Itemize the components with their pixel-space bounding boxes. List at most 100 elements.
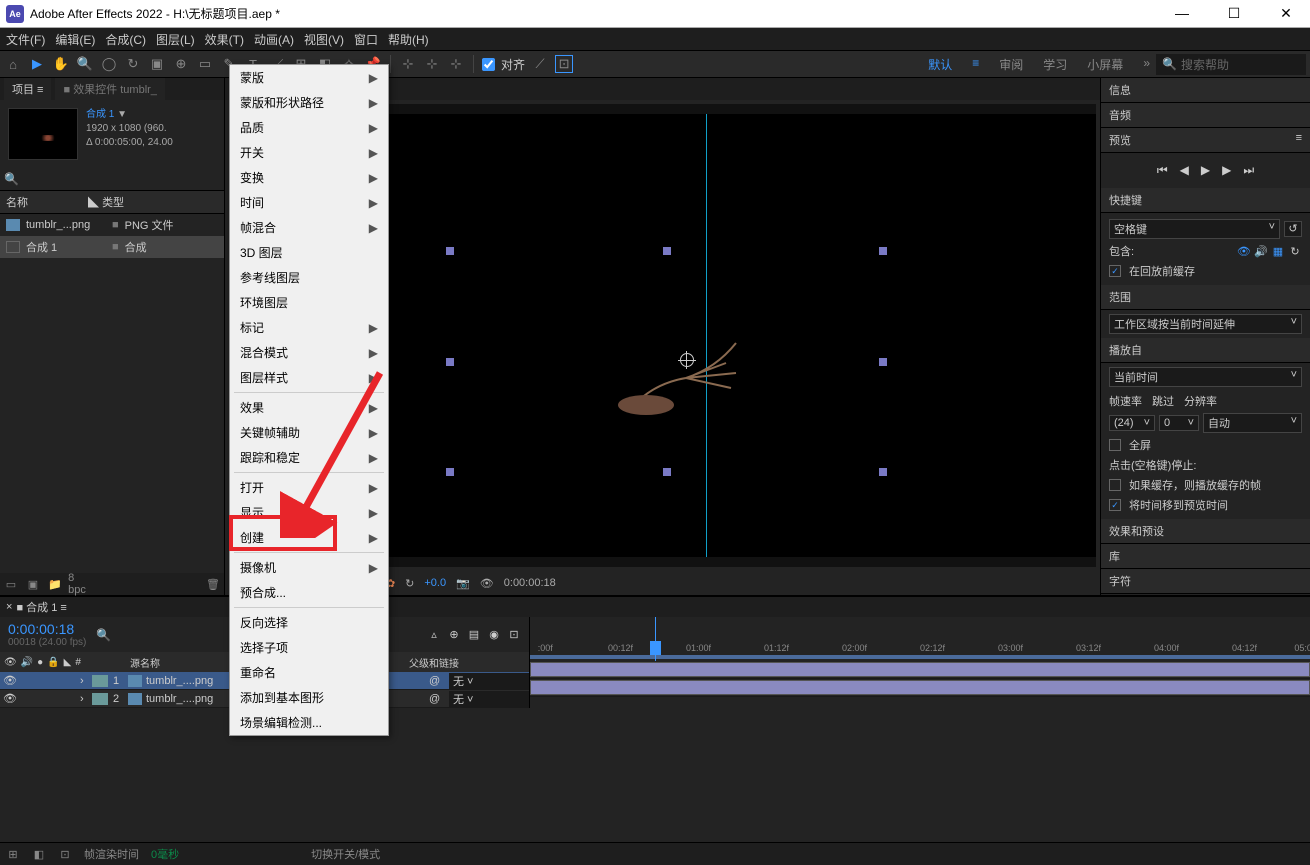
panel-effects[interactable]: 效果和预设 xyxy=(1101,519,1310,544)
menu-effect[interactable]: 效果(T) xyxy=(205,31,244,48)
panel-audio[interactable]: 音频 xyxy=(1101,103,1310,128)
timeline-tab[interactable]: ■ 合成 1 ≡ xyxy=(16,599,66,615)
context-menu-item[interactable]: 变换▶ xyxy=(230,165,388,190)
pan-behind-tool-icon[interactable]: ⊕ xyxy=(172,55,190,73)
workspace-review[interactable]: 审阅 xyxy=(999,56,1023,73)
toggle-switches[interactable]: 切换开关/模式 xyxy=(311,846,380,862)
panel-character[interactable]: 字符 xyxy=(1101,569,1310,594)
label-col-icon[interactable]: ◣ xyxy=(64,657,72,668)
rotate-tool-icon[interactable]: ↻ xyxy=(124,55,142,73)
panel-library[interactable]: 库 xyxy=(1101,544,1310,569)
exposure-value[interactable]: +0.0 xyxy=(424,577,446,589)
context-menu-item[interactable]: 蒙版▶ xyxy=(230,65,388,90)
hand-tool-icon[interactable]: ✋ xyxy=(52,55,70,73)
project-item[interactable]: tumblr_...png ■ PNG 文件 xyxy=(0,214,224,236)
tl-footer-icon3[interactable]: ⊡ xyxy=(58,847,72,861)
tl-opt1-icon[interactable]: ▵ xyxy=(427,628,441,642)
context-menu-item[interactable]: 帧混合▶ xyxy=(230,215,388,240)
workspace-learn[interactable]: 学习 xyxy=(1043,56,1067,73)
context-menu-item[interactable]: 重命名 xyxy=(230,660,388,685)
camera-tool-icon[interactable]: ▣ xyxy=(148,55,166,73)
project-item[interactable]: 合成 1 ■ 合成 xyxy=(0,236,224,258)
tl-opt4-icon[interactable]: ◉ xyxy=(487,628,501,642)
move-time-checkbox[interactable] xyxy=(1109,499,1121,511)
bpc-toggle[interactable]: 8 bpc xyxy=(70,577,84,591)
panel-info[interactable]: 信息 xyxy=(1101,78,1310,103)
new-folder-icon[interactable]: 📁 xyxy=(48,577,62,591)
minimize-button[interactable]: — xyxy=(1164,5,1200,22)
include-video-icon[interactable]: 👁 xyxy=(1237,244,1251,258)
parent-col[interactable]: 父级和链接 xyxy=(409,655,529,670)
context-menu-item[interactable]: 混合模式▶ xyxy=(230,340,388,365)
prev-frame-icon[interactable]: ◀ xyxy=(1180,163,1189,178)
layer-clip[interactable] xyxy=(530,662,1310,677)
help-search[interactable]: 🔍 搜索帮助 xyxy=(1156,54,1306,75)
context-menu-item[interactable]: 预合成... xyxy=(230,580,388,605)
tl-opt5-icon[interactable]: ⊡ xyxy=(507,628,521,642)
snap-checkbox[interactable] xyxy=(482,58,495,71)
axis3-icon[interactable]: ⊹ xyxy=(447,55,465,73)
context-menu-item[interactable]: 创建▶ xyxy=(230,525,388,550)
cache-checkbox[interactable] xyxy=(1109,265,1121,277)
project-search-icon[interactable]: 🔍 xyxy=(4,172,19,186)
context-menu-item[interactable]: 反向选择 xyxy=(230,610,388,635)
interpret-footage-icon[interactable]: ▭ xyxy=(4,577,18,591)
context-menu-item[interactable]: 参考线图层 xyxy=(230,265,388,290)
tl-footer-icon2[interactable]: ◧ xyxy=(32,847,46,861)
timeline-ruler[interactable]: :00f 00:12f 01:00f 01:12f 02:00f 02:12f … xyxy=(530,617,1310,661)
context-menu-item[interactable]: 时间▶ xyxy=(230,190,388,215)
audio-col-icon[interactable]: 🔊 xyxy=(21,657,33,668)
show-snapshot-icon[interactable]: 👁 xyxy=(480,577,494,590)
timeline-search-icon[interactable]: 🔍 xyxy=(96,628,111,642)
close-button[interactable]: ✕ xyxy=(1268,5,1304,22)
loop-icon[interactable]: ↻ xyxy=(1288,244,1302,258)
res-dropdown[interactable]: 自动˅ xyxy=(1203,413,1302,433)
menu-file[interactable]: 文件(F) xyxy=(6,31,45,48)
last-frame-icon[interactable]: ⏭ xyxy=(1243,163,1254,178)
menu-composition[interactable]: 合成(C) xyxy=(105,31,146,48)
current-time[interactable]: 0:00:00:18 xyxy=(8,621,86,637)
tab-effect-controls[interactable]: ■ 效果控件 tumblr_ xyxy=(55,78,164,100)
context-menu-item[interactable]: 打开▶ xyxy=(230,475,388,500)
tab-project[interactable]: 项目 ≡ xyxy=(4,78,51,100)
axis-icon[interactable]: ⊹ xyxy=(399,55,417,73)
context-menu-item[interactable]: 3D 图层 xyxy=(230,240,388,265)
context-menu-item[interactable]: 效果▶ xyxy=(230,395,388,420)
menu-window[interactable]: 窗口 xyxy=(354,31,378,48)
context-menu-item[interactable]: 标记▶ xyxy=(230,315,388,340)
context-menu-item[interactable]: 环境图层 xyxy=(230,290,388,315)
snapshot-icon[interactable]: 📷 xyxy=(456,577,470,590)
fps-dropdown[interactable]: (24)˅ xyxy=(1109,415,1155,431)
range-dropdown[interactable]: 工作区域按当前时间延伸˅ xyxy=(1109,314,1302,334)
include-overlay-icon[interactable]: ▦ xyxy=(1271,244,1285,258)
menu-animation[interactable]: 动画(A) xyxy=(254,31,294,48)
orbit-tool-icon[interactable]: ◯ xyxy=(100,55,118,73)
tl-opt2-icon[interactable]: ⊕ xyxy=(447,628,461,642)
snap-opt1-icon[interactable]: ⟋ xyxy=(531,55,549,73)
context-menu-item[interactable]: 显示▶ xyxy=(230,500,388,525)
skip-dropdown[interactable]: 0˅ xyxy=(1159,415,1199,431)
trash-icon[interactable]: 🗑 xyxy=(206,577,220,591)
shape-tool-icon[interactable]: ▭ xyxy=(196,55,214,73)
context-menu-item[interactable]: 图层样式▶ xyxy=(230,365,388,390)
context-menu-item[interactable]: 摄像机▶ xyxy=(230,555,388,580)
parent-dropdown[interactable]: 无 ˅ xyxy=(449,673,529,689)
context-menu-item[interactable]: 关键帧辅助▶ xyxy=(230,420,388,445)
shortcut-dropdown[interactable]: 空格键˅ xyxy=(1109,219,1280,239)
menu-help[interactable]: 帮助(H) xyxy=(388,31,429,48)
col-name[interactable]: 名称 xyxy=(6,194,28,210)
workspace-default[interactable]: 默认 xyxy=(928,56,952,73)
play-icon[interactable]: ▶ xyxy=(1201,163,1210,178)
context-menu-item[interactable]: 蒙版和形状路径▶ xyxy=(230,90,388,115)
workspace-more-icon[interactable]: » xyxy=(1143,56,1150,73)
home-icon[interactable]: ⌂ xyxy=(4,55,22,73)
context-menu-item[interactable]: 跟踪和稳定▶ xyxy=(230,445,388,470)
menu-edit[interactable]: 编辑(E) xyxy=(55,31,95,48)
viewer-time[interactable]: 0:00:00:18 xyxy=(504,577,556,589)
playfrom-dropdown[interactable]: 当前时间˅ xyxy=(1109,367,1302,387)
snap-opt2-icon[interactable]: ⊡ xyxy=(555,55,573,73)
new-comp-icon[interactable]: ▣ xyxy=(26,577,40,591)
context-menu-item[interactable]: 选择子项 xyxy=(230,635,388,660)
menu-layer[interactable]: 图层(L) xyxy=(156,31,195,48)
include-audio-icon[interactable]: 🔊 xyxy=(1254,244,1268,258)
